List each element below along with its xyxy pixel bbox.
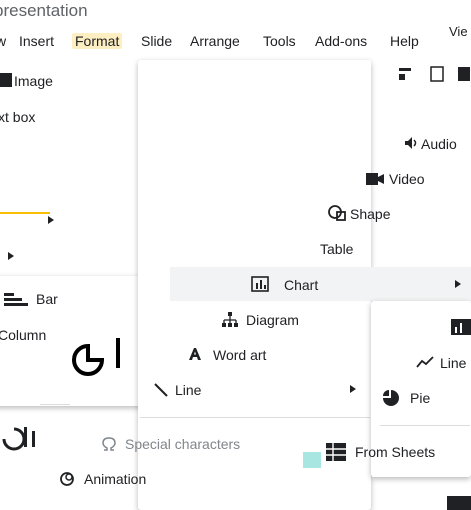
menu-help[interactable]: Help — [390, 33, 419, 49]
menu-item-word-art[interactable]: Word art — [213, 347, 266, 363]
menu-item-table[interactable]: Table — [320, 241, 353, 257]
chart-submenu-bar[interactable]: Bar — [36, 291, 58, 307]
audio-icon — [402, 135, 418, 151]
omega-icon — [101, 436, 117, 452]
selection-marker — [303, 452, 321, 468]
sheets-icon — [326, 443, 346, 461]
menu-slide[interactable]: Slide — [141, 33, 172, 49]
submenu-arrow-icon — [48, 216, 54, 224]
video-icon — [366, 171, 384, 187]
layout-icon[interactable] — [398, 66, 412, 82]
chart-submenu-from-sheets[interactable]: From Sheets — [355, 444, 435, 460]
sheets-chart-icon — [0, 425, 46, 453]
animation-icon — [59, 471, 75, 487]
submenu-arrow-icon — [350, 385, 356, 393]
menu-view-cut[interactable]: w — [0, 33, 6, 49]
submenu-arrow-icon — [455, 280, 461, 288]
menu-item-chart[interactable]: Chart — [284, 277, 318, 293]
theme-icon[interactable] — [430, 66, 444, 82]
menu-item-text-box[interactable]: xt box — [0, 109, 35, 125]
transition-icon[interactable] — [457, 66, 471, 82]
menu-insert[interactable]: Insert — [19, 33, 54, 49]
pie-chart-icon — [68, 338, 138, 384]
separator — [40, 404, 70, 405]
separator — [380, 425, 470, 426]
word-art-icon — [187, 346, 203, 362]
menu-tools[interactable]: Tools — [263, 33, 296, 49]
menu-item-audio[interactable]: Audio — [421, 136, 457, 152]
menu-item-video[interactable]: Video — [389, 171, 425, 187]
accent-line — [0, 212, 50, 214]
line-chart-icon — [416, 355, 434, 369]
chart-submenu-pie[interactable]: Pie — [410, 390, 430, 406]
image-icon — [0, 73, 12, 87]
chart-icon — [251, 276, 269, 292]
menu-item-shape[interactable]: Shape — [350, 206, 390, 222]
line-icon — [153, 382, 169, 398]
menu-bar: w Insert Format Slide Arrange Tools Add-… — [0, 30, 440, 52]
corner-block — [447, 496, 471, 510]
menu-addons[interactable]: Add-ons — [315, 33, 367, 49]
menu-item-chart-row[interactable] — [170, 267, 471, 301]
document-title[interactable]: presentation — [0, 1, 88, 21]
menu-item-special-characters[interactable]: Special characters — [125, 436, 240, 452]
chart-submenu-line[interactable]: Line — [440, 355, 466, 371]
separator — [140, 417, 370, 418]
menu-item-image[interactable]: Image — [14, 73, 53, 89]
shape-icon — [328, 205, 346, 221]
menu-item-diagram[interactable]: Diagram — [246, 312, 299, 328]
column-chart-icon — [451, 319, 471, 335]
chart-submenu-column[interactable]: Column — [0, 327, 46, 343]
menu-format[interactable]: Format — [72, 33, 123, 49]
submenu-arrow-icon — [8, 252, 14, 260]
bar-chart-icon — [4, 291, 30, 307]
menu-view-partial[interactable]: Vie — [449, 24, 468, 39]
pie-icon — [382, 389, 400, 407]
menu-arrange[interactable]: Arrange — [190, 33, 240, 49]
menu-item-animation[interactable]: Animation — [84, 471, 146, 487]
menu-item-line[interactable]: Line — [175, 382, 201, 398]
diagram-icon — [221, 312, 239, 328]
